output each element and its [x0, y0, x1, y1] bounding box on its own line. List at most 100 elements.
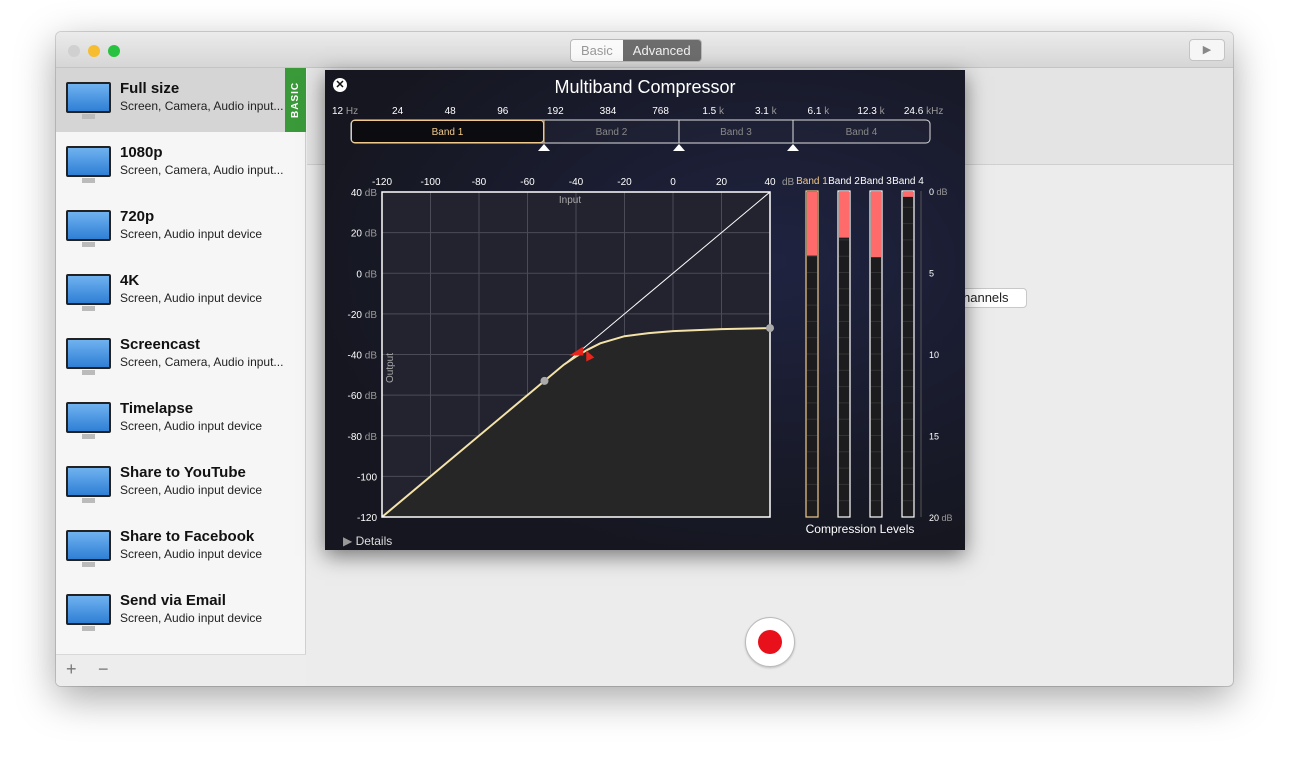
- x-tick-label: -20: [617, 177, 632, 188]
- monitor-icon: [66, 146, 111, 183]
- band-label[interactable]: Band 3: [720, 127, 752, 138]
- frequency-label: 3.1 k: [755, 106, 778, 117]
- compression-levels-title: Compression Levels: [805, 522, 915, 536]
- curve-handle[interactable]: [540, 376, 549, 385]
- details-disclosure[interactable]: ▶ Details: [343, 534, 392, 548]
- mode-segmented-control: Basic Advanced: [570, 39, 702, 62]
- meter-band-label: Band 4: [892, 176, 924, 187]
- preset-title: Share to Facebook: [120, 528, 255, 545]
- preset-subtitle: Screen, Camera, Audio input...: [120, 99, 284, 113]
- preset-subtitle: Screen, Audio input device: [120, 547, 263, 561]
- preset-item[interactable]: 720p Screen, Audio input device: [56, 196, 306, 260]
- monitor-icon: [66, 338, 111, 375]
- preset-title: Send via Email: [120, 592, 226, 609]
- band-label[interactable]: Band 1: [432, 127, 464, 138]
- crossover-handle[interactable]: [538, 144, 550, 151]
- close-window-button[interactable]: [68, 45, 80, 57]
- band-label[interactable]: Band 4: [846, 127, 878, 138]
- y-tick-label: -60 dB: [348, 391, 378, 402]
- preset-subtitle: Screen, Audio input device: [120, 483, 263, 497]
- preset-item[interactable]: 1080p Screen, Camera, Audio input...: [56, 132, 306, 196]
- panel-title: Multiband Compressor: [554, 77, 736, 97]
- record-icon: [758, 630, 782, 654]
- preset-item[interactable]: Full size Screen, Camera, Audio input...…: [56, 68, 306, 132]
- preset-subtitle: Screen, Camera, Audio input...: [120, 163, 284, 177]
- preset-item[interactable]: Timelapse Screen, Audio input device: [56, 388, 306, 452]
- meter-fill: [871, 192, 881, 258]
- meter-scale-label: 10: [929, 350, 939, 360]
- band-label[interactable]: Band 2: [596, 127, 628, 138]
- x-tick-label: 0: [670, 177, 676, 188]
- x-axis-label: Input: [559, 195, 581, 206]
- preset-subtitle: Screen, Audio input device: [120, 227, 263, 241]
- multiband-compressor-panel: 12 Hz 24 48 96 192 384 768 1.5 k 3.1 k 6.1 k 12.3 …: [325, 70, 965, 550]
- x-tick-label: -40: [569, 177, 584, 188]
- frequency-label: 1.5 k: [702, 106, 725, 117]
- preset-title: 720p: [120, 208, 155, 225]
- frequency-label: 24.6 kHz: [904, 106, 943, 117]
- preset-title: 4K: [120, 272, 140, 289]
- crossover-handle[interactable]: [787, 144, 799, 151]
- channels-button[interactable]: hannels: [956, 288, 1027, 308]
- meter-band-label: Band 3: [860, 176, 892, 187]
- preset-title: Share to YouTube: [120, 464, 246, 481]
- preview-button[interactable]: ▶: [1189, 39, 1225, 61]
- play-preview-icon: ▶: [1202, 44, 1212, 56]
- preset-item[interactable]: Send via Email Screen, Audio input devic…: [56, 580, 306, 644]
- meter-scale-label: 20 dB: [929, 513, 953, 523]
- preset-item[interactable]: Share to Facebook Screen, Audio input de…: [56, 516, 306, 580]
- meter-band-label: Band 1: [796, 176, 828, 187]
- frequency-label: 6.1 k: [808, 106, 831, 117]
- record-button[interactable]: [745, 617, 795, 667]
- preset-title: Timelapse: [120, 400, 194, 417]
- meter-scale-label: 15: [929, 432, 939, 442]
- frequency-label: 12.3 k: [857, 106, 885, 117]
- add-preset-button[interactable]: +: [66, 659, 77, 680]
- monitor-icon: [66, 402, 111, 439]
- curve-handle[interactable]: [766, 324, 774, 333]
- y-axis-label: Output: [385, 353, 396, 383]
- preset-item[interactable]: Share to YouTube Screen, Audio input dev…: [56, 452, 306, 516]
- monitor-icon: [66, 210, 111, 247]
- zoom-window-button[interactable]: [108, 45, 120, 57]
- frequency-label: 48: [445, 106, 457, 117]
- meter-fill: [839, 192, 849, 238]
- y-tick-label: 40 dB: [351, 188, 377, 199]
- crossover-handle[interactable]: [673, 144, 685, 151]
- y-tick-label: -40 dB: [348, 351, 378, 362]
- monitor-icon: [66, 530, 111, 567]
- meter-fill: [903, 192, 913, 197]
- y-tick-label: -80 dB: [348, 432, 378, 443]
- x-tick-label: -100: [420, 177, 440, 188]
- minimize-window-button[interactable]: [88, 45, 100, 57]
- frequency-label: 12 Hz: [332, 106, 358, 117]
- remove-preset-button[interactable]: −: [98, 659, 109, 680]
- x-tick-label: -80: [472, 177, 487, 188]
- x-tick-label: 40: [764, 177, 776, 188]
- preset-item[interactable]: 4K Screen, Audio input device: [56, 260, 306, 324]
- preset-subtitle: Screen, Audio input device: [120, 419, 263, 433]
- frequency-label: 192: [547, 106, 564, 117]
- disclosure-triangle-icon: ▶: [343, 534, 356, 548]
- frequency-label: 384: [600, 106, 617, 117]
- frequency-label: 768: [652, 106, 669, 117]
- y-tick-label: -120: [357, 513, 377, 524]
- preset-item[interactable]: Screencast Screen, Camera, Audio input..…: [56, 324, 306, 388]
- title-bar: Basic Advanced ▶: [56, 32, 1233, 68]
- preset-title: 1080p: [120, 144, 163, 161]
- preset-title: Screencast: [120, 336, 201, 353]
- y-tick-label: -20 dB: [348, 310, 378, 321]
- meter-scale-label: 0 dB: [929, 187, 948, 197]
- monitor-icon: [66, 594, 111, 631]
- tab-basic[interactable]: Basic: [571, 40, 623, 61]
- preset-subtitle: Screen, Audio input device: [120, 291, 263, 305]
- preset-subtitle: Screen, Camera, Audio input...: [120, 355, 284, 369]
- preset-sidebar: Send via Email Screen, Audio input devic…: [56, 68, 306, 686]
- y-tick-label: 0 dB: [356, 269, 377, 280]
- details-label: Details: [355, 534, 393, 548]
- y-tick-label: 20 dB: [351, 229, 377, 240]
- x-tick-label: -60: [520, 177, 535, 188]
- tab-advanced[interactable]: Advanced: [622, 40, 701, 61]
- x-unit-label: dB: [782, 177, 795, 188]
- preset-subtitle: Screen, Audio input device: [120, 611, 263, 625]
